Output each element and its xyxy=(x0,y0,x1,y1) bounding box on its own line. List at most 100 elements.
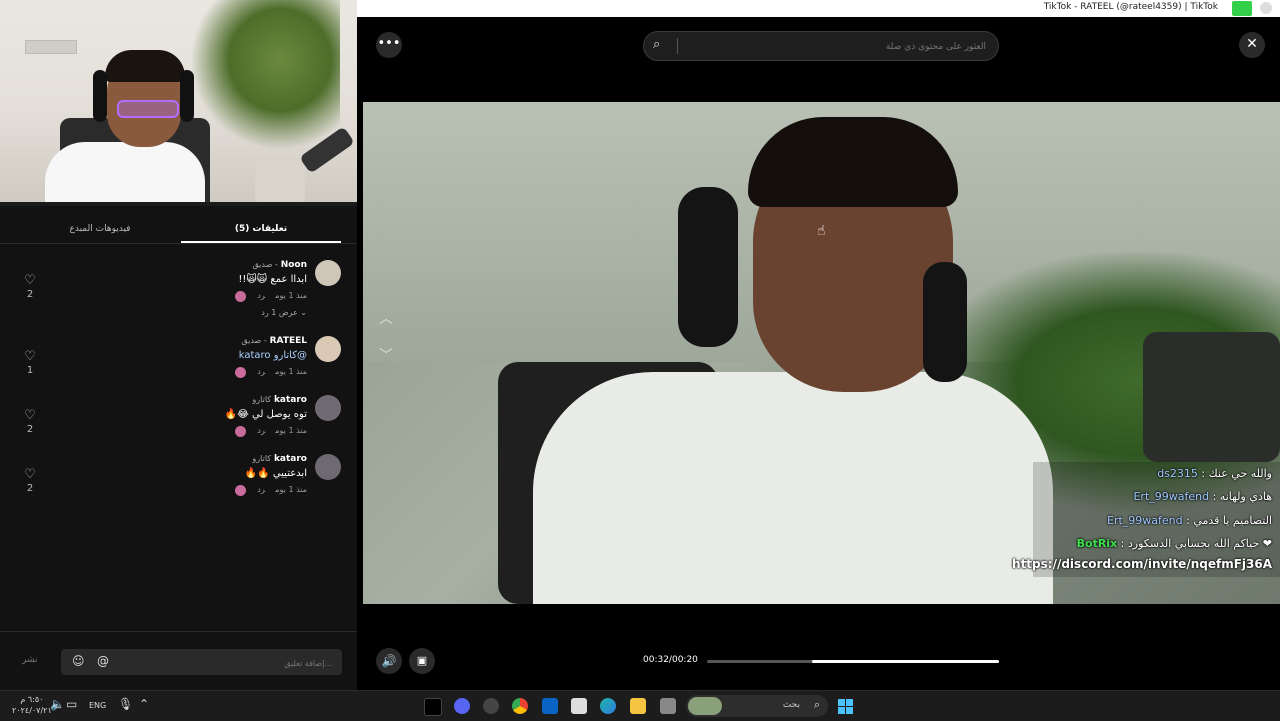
window-title-bar: TikTok - RATEEL (@rateel4359) | TikTok xyxy=(357,0,1280,17)
creator-liked-avatar xyxy=(235,291,246,302)
progress-fill xyxy=(812,660,999,663)
pip-button[interactable]: ▣ xyxy=(409,648,435,674)
reply-button[interactable]: رد xyxy=(257,291,265,300)
heart-icon: ♡ xyxy=(24,408,36,423)
windows-logo-icon xyxy=(838,699,845,706)
comment-text: ابداا عمع 🙀🙀!! xyxy=(238,274,307,285)
comment-text: ابدعتييي 🔥🔥 xyxy=(244,468,307,479)
progress-bar[interactable] xyxy=(707,660,999,663)
window-title: TikTok - RATEEL (@rateel4359) | TikTok xyxy=(1043,2,1218,12)
search-icon[interactable]: ⌕ xyxy=(653,37,660,52)
app-logo-icon xyxy=(1232,1,1252,16)
plant-pot xyxy=(255,158,305,202)
heart-icon: ♡ xyxy=(24,467,36,482)
tiktok-logo-icon xyxy=(1260,2,1272,14)
volume-button[interactable]: 🔊 xyxy=(376,648,402,674)
windows-logo-part xyxy=(846,707,853,714)
previous-video-button[interactable]: ︿ xyxy=(379,308,393,328)
taskbar-clock[interactable]: ٦:٥٠ م ٢٠٢٤/٠٧/٢١ xyxy=(12,694,52,716)
avatar[interactable] xyxy=(315,260,341,286)
chat-message: BotRix : حياكم الله بحسابي الدسكورد ❤ xyxy=(1076,537,1272,550)
wall-switch xyxy=(25,40,77,54)
like-button[interactable]: ♡ 2 xyxy=(22,408,38,436)
volume-icon: 🔊 xyxy=(381,654,397,668)
comment-author[interactable]: kataro كاتارو xyxy=(252,395,307,405)
webcam-overlay xyxy=(0,0,357,202)
tab-creator-videos[interactable]: فيديوهات المبدع xyxy=(20,224,180,234)
comment-time: منذ 1 يوم xyxy=(275,426,307,435)
comment-author[interactable]: kataro كاتارو xyxy=(252,454,307,464)
like-count: 2 xyxy=(26,289,34,300)
headset-right xyxy=(180,70,194,122)
taskbar-search-label: بحث xyxy=(782,700,800,710)
chrome-app-icon[interactable] xyxy=(512,698,528,714)
like-count: 1 xyxy=(26,365,34,376)
video-headphone-left xyxy=(678,187,738,347)
like-count: 2 xyxy=(26,483,34,494)
video-person-shirt xyxy=(533,372,1053,604)
stream-chat-overlay: ds2315 : والله حي عنك Ert_99wafend : هاد… xyxy=(1012,462,1280,577)
close-icon: ✕ xyxy=(1246,36,1258,52)
comment-time: منذ 1 يوم xyxy=(275,485,307,494)
store-app-icon[interactable] xyxy=(571,698,587,714)
comment-item: RATEEL - صديق @كاتارو kataro منذ 1 يوم رد… xyxy=(0,336,357,391)
close-button[interactable]: ✕ xyxy=(1239,32,1265,58)
network-icon[interactable]: ▭ xyxy=(66,697,77,711)
creator-liked-avatar xyxy=(235,426,246,437)
comment-author[interactable]: RATEEL - صديق xyxy=(241,336,307,346)
app-window-icon[interactable] xyxy=(660,698,676,714)
search-bar: ⌕ xyxy=(643,31,999,61)
mention-icon[interactable]: @ xyxy=(97,654,109,668)
search-input[interactable] xyxy=(684,38,988,56)
edge-app-icon[interactable] xyxy=(600,698,616,714)
avatar[interactable] xyxy=(315,336,341,362)
like-button[interactable]: ♡ 1 xyxy=(22,349,38,377)
comment-item: kataro كاتارو توه يوصل لي 😂🔥 منذ 1 يوم رد… xyxy=(0,395,357,450)
heart-icon: ♡ xyxy=(24,349,36,364)
tiktok-app-icon[interactable] xyxy=(424,698,442,716)
search-separator xyxy=(677,38,678,54)
next-video-button[interactable]: ﹀ xyxy=(379,345,393,365)
creator-liked-avatar xyxy=(235,367,246,378)
language-indicator[interactable]: ENG xyxy=(89,701,106,710)
speaker-icon[interactable]: 🔈 xyxy=(50,697,65,711)
view-replies-link[interactable]: عرض 1 رد ⌄ xyxy=(261,308,307,317)
tab-comments[interactable]: (5) تعليقات xyxy=(181,224,341,234)
reply-button[interactable]: رد xyxy=(257,485,265,494)
person-hair xyxy=(105,50,185,82)
mouse-cursor-icon: ☝ xyxy=(817,223,826,239)
post-button[interactable]: نشر xyxy=(22,655,38,665)
tray-chevron-icon[interactable]: ⌃ xyxy=(139,697,149,711)
comment-box: ☺ @ xyxy=(61,649,342,675)
windows-logo-part xyxy=(838,707,845,714)
file-explorer-icon[interactable] xyxy=(630,698,646,714)
like-button[interactable]: ♡ 2 xyxy=(22,467,38,495)
video-frame[interactable]: ☝ ds2315 : والله حي عنك Ert_99wafend : ه… xyxy=(363,102,1280,604)
search-icon: ⌕ xyxy=(813,698,820,711)
chat-link: https://discord.com/invite/nqefmFj36A xyxy=(1012,557,1272,571)
discord-app-icon[interactable] xyxy=(454,698,470,714)
chat-message: Ert_99wafend : التصاميم يا قدمي xyxy=(1107,514,1272,527)
video-person-hair xyxy=(748,117,958,207)
reply-button[interactable]: رد xyxy=(257,426,265,435)
start-button[interactable] xyxy=(838,699,854,715)
comment-text: توه يوصل لي 😂🔥 xyxy=(224,409,307,420)
more-options-button[interactable]: ••• xyxy=(376,32,402,58)
reply-button[interactable]: رد xyxy=(257,367,265,376)
comments-panel: فيديوهات المبدع (5) تعليقات Noon - صديق … xyxy=(0,206,357,690)
microphone-icon[interactable]: 🎙 xyxy=(118,697,133,711)
avatar[interactable] xyxy=(315,454,341,480)
emoji-icon[interactable]: ☺ xyxy=(72,654,85,668)
comment-input[interactable] xyxy=(130,654,334,672)
like-button[interactable]: ♡ 2 xyxy=(22,274,38,301)
comment-time: منذ 1 يوم xyxy=(275,291,307,300)
outlook-app-icon[interactable] xyxy=(542,698,558,714)
video-equipment xyxy=(1143,332,1280,462)
comment-text: @كاتارو kataro xyxy=(238,350,307,361)
avatar[interactable] xyxy=(315,395,341,421)
picture-in-picture-icon: ▣ xyxy=(416,654,428,667)
app-icon[interactable] xyxy=(483,698,499,714)
taskbar-search[interactable]: بحث ⌕ xyxy=(686,695,828,717)
comment-author[interactable]: Noon - صديق xyxy=(252,260,307,270)
search-highlight-image xyxy=(688,697,722,715)
